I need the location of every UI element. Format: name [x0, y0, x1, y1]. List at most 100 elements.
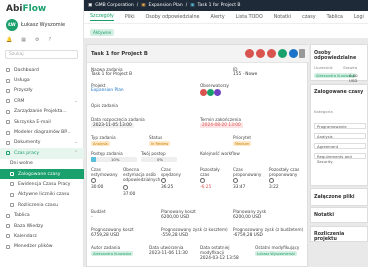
breadcrumb-org[interactable]: GMB Corporation	[95, 3, 133, 8]
sidebar-item-rozliczenia[interactable]: Rozliczenia czasu	[0, 200, 84, 210]
billing-panel[interactable]: Rozliczenia projektu	[310, 226, 368, 242]
sidebar-item-ewidencja[interactable]: Ewidencja Czasu Pracy	[0, 179, 84, 189]
home-icon[interactable]: ▣	[88, 3, 92, 8]
id-value: 155 · Nowe	[233, 72, 258, 77]
sidebar-item-dni-wolne[interactable]: Dni wolne	[0, 159, 84, 169]
my-progress-value: 0%	[157, 157, 164, 162]
observer-avatar[interactable]	[214, 89, 221, 96]
type-label: Typ zadania	[91, 135, 116, 140]
progress-value: 10%	[111, 157, 120, 162]
last-modifier-label: Ostatni modyfikujący	[255, 245, 300, 250]
sidebar-item-liczniki[interactable]: Aktywne liczniki czasu	[0, 190, 84, 200]
tab-notatki[interactable]: Notatki	[274, 15, 291, 20]
sidebar-item-pliki[interactable]: Menedżer plików	[0, 242, 84, 252]
link-icon[interactable]	[267, 49, 276, 58]
author-badge[interactable]: Aleksandra Kurowska	[91, 251, 134, 256]
clock-icon	[123, 185, 128, 190]
priority-badge: Medium	[233, 141, 252, 146]
tab-alerty[interactable]: Alerty	[210, 15, 224, 20]
breadcrumb-task[interactable]: Task 1 for Project B	[198, 3, 241, 8]
tab-czasy[interactable]: czasy	[302, 15, 315, 20]
files-panel[interactable]: Załączone pliki	[310, 188, 368, 206]
remaining-time-label: Pozostały czas	[200, 167, 220, 177]
status-filter[interactable]: Aktywne	[90, 29, 115, 36]
category-row[interactable]: Programowanie	[314, 123, 366, 129]
last-modifier-badge[interactable]: Łukasz Wyszomierski	[255, 251, 298, 256]
proposed-time-value: 33:47	[233, 185, 246, 190]
sidebar-item-baza-wiedzy[interactable]: Baza Wiedzy	[0, 221, 84, 231]
current-estimate-value: 37:00	[123, 192, 136, 197]
my-progress-label: Twój postęp	[141, 151, 166, 156]
category-row[interactable]: Requirements and Security	[314, 153, 366, 164]
progress-label: Postęp zadania	[91, 151, 123, 156]
breadcrumb: ▣ GMB Corporation / ▣ Expansion Plan / ▣…	[84, 0, 368, 11]
category-row[interactable]: Analysis	[314, 133, 366, 139]
files-title: Załączone pliki	[314, 195, 355, 200]
tab-logi[interactable]: Logi	[354, 15, 364, 20]
clock-icon	[161, 178, 166, 183]
sidebar-item-crm[interactable]: CRM ⌄	[0, 96, 84, 106]
breadcrumb-plan[interactable]: Expansion Plan	[149, 3, 183, 8]
sidebar-item-przyszly[interactable]: Przyszły	[0, 86, 84, 96]
due-date-label: Termin zakończenia	[200, 117, 242, 122]
sidebar-item-dokumenty[interactable]: Dokumenty ⌄	[0, 138, 84, 148]
billing-icon	[10, 203, 14, 208]
clock-icon	[91, 178, 96, 183]
chevron-down-icon: ⌄	[74, 98, 78, 104]
author-label: Autor zadania	[91, 245, 121, 250]
notes-panel[interactable]: Notatki	[310, 207, 368, 223]
task-name-value: Task 1 for Project B	[91, 72, 133, 77]
observer-avatar[interactable]	[207, 89, 214, 96]
timer-icon	[10, 192, 14, 197]
sidebar-item-projekty[interactable]: Zarządzanie Projekta...	[0, 107, 84, 117]
clock-icon	[6, 151, 10, 156]
task-details-card: Task 1 for Project B Nazwa zadania Task …	[86, 44, 309, 267]
sidebar-item-dashboard[interactable]: Dashboard	[0, 65, 84, 75]
type-badge: Analysis	[91, 141, 110, 146]
sidebar-item-zalogowane-czasy[interactable]: Zalogowane czasy	[0, 168, 84, 180]
edit-icon[interactable]	[289, 49, 298, 58]
copy-icon[interactable]	[256, 49, 265, 58]
tab-tablica[interactable]: Tablica	[327, 15, 343, 20]
user-menu[interactable]: ŁW Łukasz Wyszomie	[6, 19, 65, 31]
right-panels: Osoby odpowiedzialne Uczestnik Stawka Al…	[310, 44, 368, 267]
tab-szczegoly[interactable]: Szczegóły	[90, 14, 114, 21]
current-estimate-label: Obecna estymacja osób odpowiedzialnych	[123, 167, 161, 182]
user-name: Łukasz Wyszomie	[21, 22, 66, 28]
sidebar-item-czas-pracy[interactable]: Czas pracy ⌃	[0, 148, 84, 159]
delete-icon[interactable]	[245, 49, 254, 58]
sidebar-item-bpmn[interactable]: Modeler diagramów BP...	[0, 127, 84, 137]
document-icon	[6, 140, 10, 145]
tab-todo[interactable]: Lista TODO	[236, 15, 263, 20]
remaining-time-value: -6:25	[200, 185, 212, 190]
sidebar-item-usluga[interactable]: Usługa	[0, 75, 84, 85]
play-icon[interactable]	[278, 49, 287, 58]
logged-time-title: Zalogowane czasy	[314, 90, 364, 95]
flag-icon: ▣	[141, 3, 146, 8]
sidebar-item-email[interactable]: Skrzynka E-mail	[0, 117, 84, 127]
tab-osoby[interactable]: Osoby odpowiedzialne	[146, 15, 200, 20]
tab-pliki[interactable]: Pliki	[125, 15, 135, 20]
forecast-profit-cost-label: Prognozowany zysk (z kosztem)	[161, 227, 228, 232]
sidebar-item-kalendarz[interactable]: Kalendarz	[0, 231, 84, 241]
estimated-time-value: 30:00	[91, 185, 104, 190]
proposed-time-label: Czas proponowany	[233, 167, 262, 177]
bell-icon[interactable]: 🔔	[6, 37, 12, 43]
help-icon[interactable]: ?	[48, 37, 51, 43]
category-row[interactable]: Agreement	[314, 143, 366, 149]
sidebar-item-tablica[interactable]: Tablica	[0, 210, 84, 220]
responsible-panel: Osoby odpowiedzialne Uczestnik Stawka Al…	[310, 44, 368, 83]
app-logo[interactable]: AbiFlow	[6, 4, 46, 14]
forecast-profit-budget-value: -6759,28 USD	[233, 233, 263, 238]
status-label: Status	[149, 135, 163, 140]
project-link[interactable]: Expansion Plan	[91, 88, 124, 93]
logged-time-panel: Zalogowane czasy Kategoria Programowanie…	[310, 84, 368, 186]
observer-avatar[interactable]	[200, 89, 207, 96]
clock-icon	[10, 172, 14, 177]
folder-icon	[6, 244, 10, 249]
settings-icon[interactable]: ⚙	[35, 37, 39, 43]
more-icon[interactable]	[299, 49, 305, 58]
modified-value: 2024-03-12 13:58	[200, 256, 239, 261]
calendar-icon[interactable]: ▦	[21, 37, 26, 43]
search-input[interactable]: Szukaj	[5, 50, 78, 59]
